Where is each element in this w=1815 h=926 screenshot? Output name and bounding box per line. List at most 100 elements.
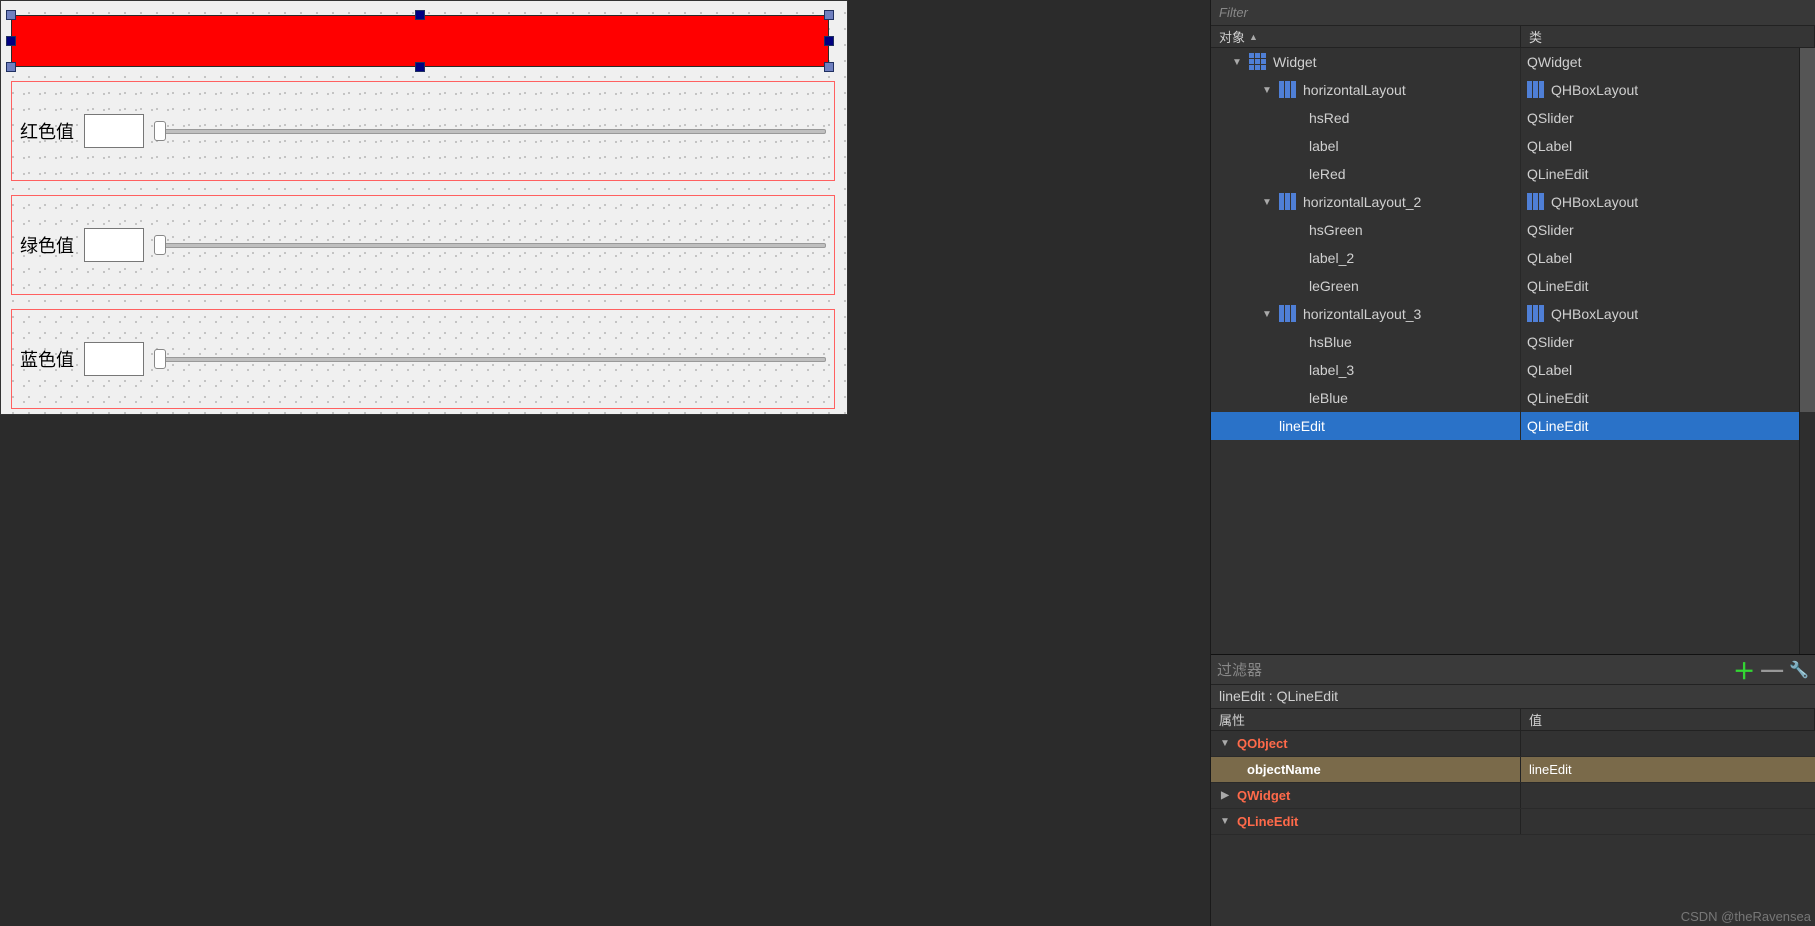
- resize-handle-tl[interactable]: [6, 10, 16, 20]
- object-name: hsGreen: [1309, 222, 1363, 238]
- slider-red[interactable]: [154, 121, 826, 141]
- class-name: QLineEdit: [1527, 418, 1588, 434]
- property-name: objectName: [1247, 762, 1321, 777]
- object-tree[interactable]: ▼ Widget QWidget ▼horizontalLayoutQHBoxLayo…: [1211, 48, 1799, 654]
- object-name: leRed: [1309, 166, 1346, 182]
- property-filter-row: 过滤器 ＋ — 🔧: [1211, 655, 1815, 685]
- tree-row[interactable]: hsGreen QSlider: [1211, 216, 1799, 244]
- class-name: QLineEdit: [1527, 390, 1588, 406]
- filter-placeholder: Filter: [1219, 5, 1248, 20]
- column-header-value[interactable]: 值: [1521, 709, 1815, 730]
- object-name: hsRed: [1309, 110, 1349, 126]
- tree-row[interactable]: lineEdit QLineEdit: [1211, 412, 1799, 440]
- object-name: label_3: [1309, 362, 1354, 378]
- resize-handle-tr[interactable]: [824, 10, 834, 20]
- object-tree-scrollbar[interactable]: [1799, 48, 1815, 654]
- group-name: QWidget: [1237, 788, 1290, 803]
- tree-row[interactable]: hsRed QSlider: [1211, 104, 1799, 132]
- lineedit-blue[interactable]: [84, 342, 144, 376]
- property-filter-input[interactable]: 过滤器: [1217, 659, 1727, 680]
- tree-row[interactable]: ▼ Widget QWidget: [1211, 48, 1799, 76]
- object-name: lineEdit: [1279, 418, 1325, 434]
- layout-row-green[interactable]: 绿色值: [11, 195, 835, 295]
- group-name: QLineEdit: [1237, 814, 1298, 829]
- hbox-layout-icon: [1527, 81, 1545, 99]
- class-name: QLineEdit: [1527, 278, 1588, 294]
- tree-row[interactable]: label_3QLabel: [1211, 356, 1799, 384]
- sort-arrow-icon: ▲: [1249, 32, 1258, 42]
- property-group[interactable]: ▼ QObject: [1211, 731, 1815, 757]
- tree-row[interactable]: label_2 QLabel: [1211, 244, 1799, 272]
- lineedit-green[interactable]: [84, 228, 144, 262]
- column-header-property[interactable]: 属性: [1211, 709, 1521, 730]
- lineedit-preview[interactable]: [11, 15, 829, 67]
- label-green: 绿色值: [20, 232, 74, 258]
- tree-row[interactable]: hsBlueQSlider: [1211, 328, 1799, 356]
- object-name: Widget: [1273, 54, 1317, 70]
- object-name: leBlue: [1309, 390, 1348, 406]
- column-header-object[interactable]: 对象 ▲: [1211, 26, 1521, 47]
- slider-thumb[interactable]: [154, 235, 166, 255]
- property-breadcrumb: lineEdit : QLineEdit: [1211, 685, 1815, 709]
- right-panel-area: Filter 对象 ▲ 类 ▼WidgetQWidget▼horizontalL…: [1210, 0, 1815, 926]
- tree-row[interactable]: ▼ horizontalLayout_3 QHBoxLayout: [1211, 300, 1799, 328]
- resize-handle-l[interactable]: [6, 36, 16, 46]
- label-blue: 蓝色值: [20, 346, 74, 372]
- object-name: horizontalLayout_3: [1303, 306, 1421, 322]
- resize-handle-bl[interactable]: [6, 62, 16, 72]
- property-columns-header: 属性 值: [1211, 709, 1815, 731]
- expander-icon[interactable]: ▼: [1261, 85, 1273, 96]
- expander-icon[interactable]: ▶: [1219, 790, 1231, 801]
- slider-track: [154, 129, 826, 134]
- resize-handle-r[interactable]: [824, 36, 834, 46]
- class-name: QHBoxLayout: [1551, 306, 1638, 322]
- class-name: QHBoxLayout: [1551, 194, 1638, 210]
- column-header-class[interactable]: 类: [1521, 26, 1815, 47]
- property-group[interactable]: ▼ QLineEdit: [1211, 809, 1815, 835]
- object-inspector-header: 对象 ▲ 类: [1211, 26, 1815, 48]
- class-name: QLineEdit: [1527, 166, 1588, 182]
- property-table[interactable]: ▼ QObject objectName lineEdit ▶ QWidget ▼ QLine…: [1211, 731, 1815, 926]
- expander-icon[interactable]: ▼: [1219, 816, 1231, 827]
- object-name: label_2: [1309, 250, 1354, 266]
- expander-icon[interactable]: ▼: [1261, 197, 1273, 208]
- class-name: QWidget: [1527, 54, 1581, 70]
- class-name: QLabel: [1527, 250, 1572, 266]
- resize-handle-br[interactable]: [824, 62, 834, 72]
- slider-thumb[interactable]: [154, 349, 166, 369]
- layout-row-blue[interactable]: 蓝色值: [11, 309, 835, 409]
- slider-green[interactable]: [154, 235, 826, 255]
- slider-thumb[interactable]: [154, 121, 166, 141]
- form-designer-canvas[interactable]: 红色值 绿色值 蓝色值: [0, 0, 848, 415]
- hbox-layout-icon: [1279, 305, 1297, 323]
- object-inspector-filter[interactable]: Filter: [1211, 0, 1815, 26]
- class-name: QSlider: [1527, 222, 1574, 238]
- group-name: QObject: [1237, 736, 1288, 751]
- layout-row-red[interactable]: 红色值: [11, 81, 835, 181]
- slider-track: [154, 357, 826, 362]
- tree-row[interactable]: leBlue QLineEdit: [1211, 384, 1799, 412]
- tree-row[interactable]: ▼horizontalLayout_2QHBoxLayout: [1211, 188, 1799, 216]
- slider-blue[interactable]: [154, 349, 826, 369]
- lineedit-red[interactable]: [84, 114, 144, 148]
- tree-row[interactable]: labelQLabel: [1211, 132, 1799, 160]
- object-name: leGreen: [1309, 278, 1359, 294]
- add-property-icon[interactable]: ＋: [1733, 654, 1755, 686]
- expander-icon[interactable]: ▼: [1231, 57, 1243, 68]
- property-editor: 过滤器 ＋ — 🔧 lineEdit : QLineEdit 属性 值 ▼ QOb…: [1211, 654, 1815, 926]
- label-red: 红色值: [20, 118, 74, 144]
- hbox-layout-icon: [1279, 81, 1297, 99]
- tree-row[interactable]: leRed QLineEdit: [1211, 160, 1799, 188]
- remove-property-icon[interactable]: —: [1761, 657, 1783, 683]
- settings-icon[interactable]: 🔧: [1789, 660, 1809, 680]
- property-group[interactable]: ▶ QWidget: [1211, 783, 1815, 809]
- class-name: QSlider: [1527, 110, 1574, 126]
- tree-row[interactable]: leGreen QLineEdit: [1211, 272, 1799, 300]
- expander-icon[interactable]: ▼: [1261, 309, 1273, 320]
- expander-icon[interactable]: ▼: [1219, 738, 1231, 749]
- property-row[interactable]: objectName lineEdit: [1211, 757, 1815, 783]
- tree-row[interactable]: ▼horizontalLayoutQHBoxLayout: [1211, 76, 1799, 104]
- resize-handle-t[interactable]: [415, 10, 425, 20]
- resize-handle-b[interactable]: [415, 62, 425, 72]
- property-value[interactable]: lineEdit: [1529, 762, 1572, 777]
